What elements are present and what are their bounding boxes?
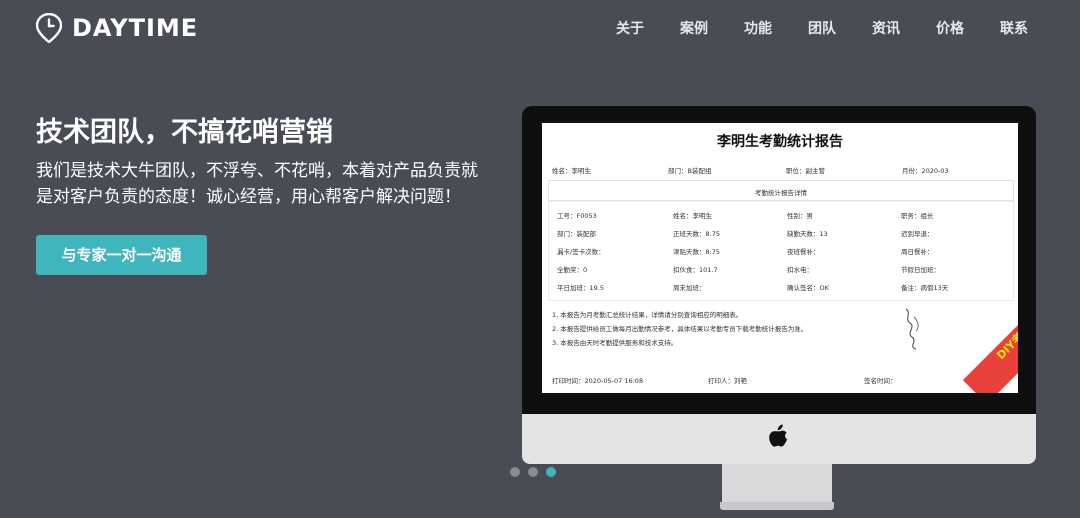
nav-item-features[interactable]: 功能 <box>744 18 772 38</box>
main-nav: 关于 案例 功能 团队 资讯 价格 联系 <box>580 18 1028 38</box>
report-cell: 扣伙食：101.7 <box>673 266 718 274</box>
report-header-name: 姓名：李明生 <box>552 167 591 175</box>
report-sign-time: 签名时间： <box>864 377 897 385</box>
report-cell: 迟到早退： <box>901 230 934 238</box>
report-cell: 漏卡/签卡次数： <box>557 248 605 256</box>
report-screenshot: 李明生考勤统计报告 姓名：李明生 部门：B装配组 职位：副主管 月份：2020-… <box>542 123 1018 393</box>
report-detail-grid: 工号：F0053 姓名：李明生 性别：男 职务：组长 部门：装配部 正班天数：8… <box>548 201 1014 301</box>
clock-pin-icon <box>36 13 62 43</box>
report-cell: 正班天数：8.75 <box>673 230 720 238</box>
report-note: 3. 本报告由天时考勤提供服务和技术支持。 <box>552 339 678 347</box>
nav-item-contact[interactable]: 联系 <box>1000 18 1028 38</box>
report-cell: 节假日加班： <box>901 266 940 274</box>
report-cell: 周日餐补： <box>901 248 934 256</box>
report-cell: 工号：F0053 <box>557 212 597 220</box>
report-cell: 备注：病假13天 <box>901 284 949 292</box>
nav-item-about[interactable]: 关于 <box>616 18 644 38</box>
report-cell: 全勤奖：0 <box>557 266 588 274</box>
monitor-stand-base <box>720 502 834 510</box>
handwritten-signature-icon <box>905 308 919 350</box>
report-cell: 津贴天数：8.75 <box>673 248 720 256</box>
carousel-dot-2[interactable] <box>528 467 538 477</box>
report-title: 李明生考勤统计报告 <box>717 134 843 150</box>
brand-name: DAYTIME <box>72 14 199 42</box>
carousel-dots <box>510 467 564 477</box>
report-header-position: 职位：副主管 <box>786 167 825 175</box>
monitor-stand <box>722 464 832 504</box>
apple-logo-icon <box>769 424 788 447</box>
hero-title: 技术团队，不搞花哨营销 <box>36 117 333 148</box>
report-cell: 扣水电： <box>787 266 813 274</box>
brand-logo[interactable]: DAYTIME <box>36 13 198 43</box>
nav-item-cases[interactable]: 案例 <box>680 18 708 38</box>
report-cell: 性别：男 <box>787 212 813 220</box>
report-note: 2. 本报告提供给员工做每月出勤情况参考，具体结果以考勤专员下载考勤统计报告为准… <box>552 325 808 333</box>
nav-item-pricing[interactable]: 价格 <box>936 18 964 38</box>
report-cell: 职务：组长 <box>901 212 934 220</box>
report-cell: 缺勤天数：13 <box>787 230 828 238</box>
report-cell: 确认签名：OK <box>787 284 829 292</box>
contact-expert-button[interactable]: 与专家一对一沟通 <box>36 235 207 275</box>
report-header-dept: 部门：B装配组 <box>668 167 712 175</box>
report-cell: 夜班餐补： <box>787 248 820 256</box>
report-print-time: 打印时间：2020-05-07 16:08 <box>552 377 644 385</box>
carousel-dot-3[interactable] <box>546 467 556 477</box>
monitor-screen-frame: 李明生考勤统计报告 姓名：李明生 部门：B装配组 职位：副主管 月份：2020-… <box>522 106 1036 414</box>
nav-item-news[interactable]: 资讯 <box>872 18 900 38</box>
report-header-month: 月份：2020-03 <box>902 167 949 175</box>
report-detail-header: 考勤统计报告详情 <box>548 180 1014 201</box>
report-cell: 部门：装配部 <box>557 230 596 238</box>
report-cell: 平日加班：19.5 <box>557 284 604 292</box>
report-detail-title: 考勤统计报告详情 <box>755 189 807 197</box>
report-cell: 姓名：李明生 <box>673 212 712 220</box>
hero-description: 我们是技术大牛团队，不浮夸、不花哨，本着对产品负责就是对客户负责的态度！诚心经营… <box>36 161 478 207</box>
monitor-mockup: 李明生考勤统计报告 姓名：李明生 部门：B装配组 职位：副主管 月份：2020-… <box>522 106 1036 518</box>
carousel-dot-1[interactable] <box>510 467 520 477</box>
nav-item-team[interactable]: 团队 <box>808 18 836 38</box>
report-cell: 周末加班： <box>673 284 706 292</box>
site-header: DAYTIME 关于 案例 功能 团队 资讯 价格 联系 <box>0 0 1080 56</box>
report-note: 1. 本报告为月考勤汇总统计结果，详情请分别查询相应的明细表。 <box>552 311 743 319</box>
report-printer: 打印人：刘艳 <box>708 377 747 385</box>
